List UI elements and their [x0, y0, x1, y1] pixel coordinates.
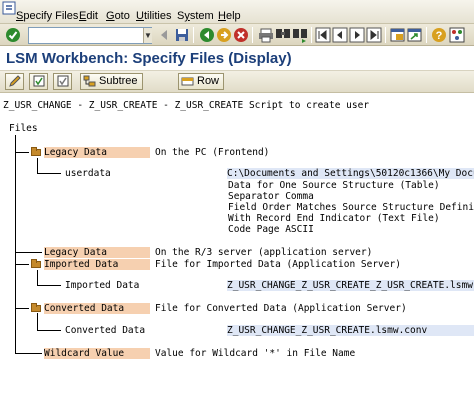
display-change-icon[interactable] [5, 73, 24, 90]
tree-root-files: Files [9, 123, 38, 134]
node-legacy-data-r3[interactable]: Legacy Data [44, 247, 150, 258]
userdata-detail: Separator Comma [228, 191, 314, 202]
subtree-icon [83, 75, 96, 87]
userdata-detail: Code Page ASCII [228, 224, 314, 235]
command-field[interactable] [28, 27, 152, 44]
node-imported-data-file[interactable]: Imported Data [65, 280, 139, 291]
work-area: Z_USR_CHANGE - Z_USR_CREATE - Z_USR_CREA… [0, 94, 474, 410]
menu-help[interactable]: Help [218, 10, 241, 22]
row-icon [181, 77, 194, 86]
previous-page-icon[interactable] [332, 27, 348, 43]
expand-icon[interactable] [29, 73, 48, 90]
menu-system[interactable]: System [177, 10, 214, 22]
enter-icon[interactable] [5, 27, 21, 43]
cancel-icon[interactable] [233, 27, 249, 43]
folder-icon [31, 259, 41, 268]
first-page-icon[interactable] [315, 27, 331, 43]
command-history-icon[interactable] [157, 27, 173, 43]
collapse-icon[interactable] [53, 73, 72, 90]
find-icon[interactable] [275, 27, 291, 43]
page-title: LSM Workbench: Specify Files (Display) [6, 50, 292, 67]
node-converted-data[interactable]: Converted Data [44, 303, 150, 314]
folder-icon [31, 303, 41, 312]
row-button[interactable]: Row [178, 73, 225, 90]
script-header: Z_USR_CHANGE - Z_USR_CREATE - Z_USR_CREA… [3, 100, 370, 111]
menu-utilities[interactable]: Utilities [136, 10, 171, 22]
node-wildcard-value[interactable]: Wildcard Value [44, 348, 150, 359]
menu-specify-files[interactable]: Specify Files [16, 10, 78, 22]
exit-icon[interactable] [216, 27, 232, 43]
node-wildcard-value-desc: Value for Wildcard '*' in File Name [155, 348, 356, 359]
last-page-icon[interactable] [366, 27, 382, 43]
standard-toolbar: ▼ ? [0, 24, 474, 46]
sap-menu-icon[interactable] [2, 1, 16, 15]
print-icon[interactable] [258, 27, 274, 43]
create-session-icon[interactable] [390, 27, 406, 43]
node-legacy-data-pc[interactable]: Legacy Data [44, 147, 150, 158]
folder-icon [31, 147, 41, 156]
menu-goto[interactable]: Goto [106, 10, 130, 22]
title-bar: LSM Workbench: Specify Files (Display) [0, 47, 474, 71]
command-field-dropdown-icon[interactable]: ▼ [143, 28, 152, 43]
userdata-detail: With Record End Indicator (Text File) [228, 213, 440, 224]
svg-text:?: ? [436, 30, 443, 42]
shortcut-icon[interactable] [407, 27, 423, 43]
application-toolbar: Subtree Row [0, 71, 474, 93]
userdata-detail: Data for One Source Structure (Table) [228, 180, 440, 191]
userdata-detail: Field Order Matches Source Structure Def… [228, 202, 474, 213]
node-legacy-data-r3-desc: On the R/3 server (application server) [155, 247, 373, 258]
find-next-icon[interactable] [292, 27, 308, 43]
menu-bar: Specify Files Edit Goto Utilities System… [0, 0, 474, 24]
userdata-file-path: C:\Documents and Settings\50120c1366\My … [227, 168, 474, 179]
converted-data-file-name: Z_USR_CHANGE_Z_USR_CREATE.lsmw.conv [227, 325, 474, 336]
subtree-button[interactable]: Subtree [80, 73, 143, 90]
row-button-label: Row [197, 75, 220, 87]
node-userdata[interactable]: userdata [65, 168, 111, 179]
node-imported-data-desc: File for Imported Data (Application Serv… [155, 259, 401, 270]
layout-icon[interactable] [449, 27, 465, 43]
imported-data-file-name: Z_USR_CHANGE_Z_USR_CREATE_Z_USR_CREATE.l… [227, 280, 474, 291]
node-converted-data-desc: File for Converted Data (Application Ser… [155, 303, 407, 314]
node-imported-data[interactable]: Imported Data [44, 259, 150, 270]
back-icon[interactable] [199, 27, 215, 43]
subtree-button-label: Subtree [99, 75, 138, 87]
save-icon[interactable] [174, 27, 190, 43]
node-converted-data-file[interactable]: Converted Data [65, 325, 145, 336]
menu-edit[interactable]: Edit [79, 10, 98, 22]
node-legacy-data-pc-desc: On the PC (Frontend) [155, 147, 270, 158]
next-page-icon[interactable] [349, 27, 365, 43]
help-icon[interactable]: ? [431, 27, 447, 43]
